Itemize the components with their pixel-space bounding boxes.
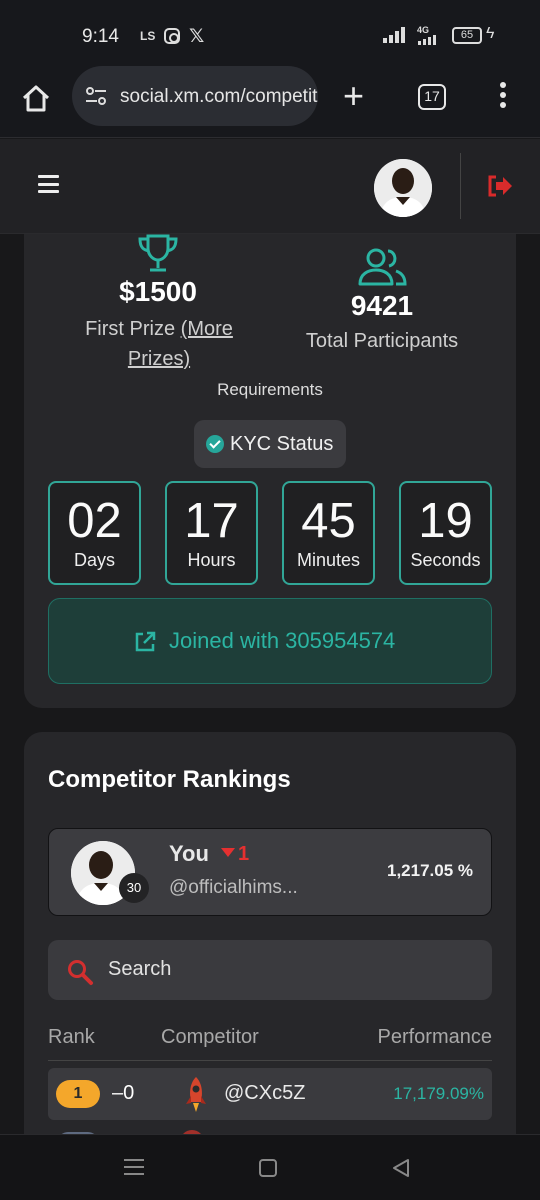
header-divider xyxy=(460,153,461,219)
clock: 9:14 xyxy=(82,26,119,47)
countdown-value: 45 xyxy=(301,494,356,548)
x-notification-icon: 𝕏 xyxy=(189,26,205,47)
status-bar: 9:14 LS 𝕏 4G 65 ϟ xyxy=(0,0,540,66)
countdown-value: 02 xyxy=(67,494,122,548)
rank-down-icon xyxy=(221,848,235,857)
back-icon[interactable] xyxy=(390,1157,412,1179)
search-icon xyxy=(68,960,93,985)
hamburger-menu-icon[interactable] xyxy=(38,175,59,193)
first-prize-amount: $1500 xyxy=(119,276,197,307)
site-settings-icon[interactable] xyxy=(84,84,108,108)
check-circle-icon xyxy=(206,435,224,453)
column-header-competitor: Competitor xyxy=(161,1026,259,1048)
url-text[interactable]: social.xm.com/competitions xyxy=(120,86,318,108)
signal-icon xyxy=(383,27,405,43)
my-name: You xyxy=(169,841,209,866)
rank-badge: 1 xyxy=(56,1080,100,1108)
charging-icon: ϟ xyxy=(486,25,495,42)
rankings-card: Competitor Rankings 30 You 1 @officialhi… xyxy=(24,732,516,1152)
rank-change: 1 xyxy=(221,843,249,866)
column-header-rank: Rank xyxy=(48,1026,95,1048)
external-link-icon xyxy=(135,631,156,652)
countdown-days: 02 Days xyxy=(48,481,141,585)
app-header xyxy=(0,139,540,234)
competitor-handle[interactable]: @CXc5Z xyxy=(224,1082,305,1105)
participants-icon xyxy=(358,248,407,286)
countdown-seconds: 19 Seconds xyxy=(399,481,492,585)
logout-icon[interactable] xyxy=(486,173,514,199)
countdown-hours: 17 Hours xyxy=(165,481,258,585)
browser-menu-icon[interactable] xyxy=(496,82,510,112)
address-bar[interactable]: social.xm.com/competitions xyxy=(72,66,318,126)
table-header-divider xyxy=(48,1060,492,1061)
network-type: 4G xyxy=(417,25,430,35)
column-header-performance: Performance xyxy=(377,1026,493,1048)
trophy-icon xyxy=(138,234,178,272)
countdown-value: 17 xyxy=(184,494,239,548)
competitor-performance: 17,179.09% xyxy=(393,1084,484,1103)
rank-change: –0 xyxy=(112,1082,135,1104)
my-handle: @officialhims... xyxy=(169,877,298,898)
participants-label: Total Participants xyxy=(305,330,459,352)
first-prize-text: First Prize xyxy=(85,318,176,340)
countdown-unit: Seconds xyxy=(410,550,481,570)
rank-change-value: 1 xyxy=(238,843,250,865)
kyc-status-label: KYC Status xyxy=(230,433,334,455)
ls-notification-icon: LS xyxy=(140,29,156,43)
first-prize-label: First Prize (More Prizes) xyxy=(64,314,254,374)
countdown-minutes: 45 Minutes xyxy=(282,481,375,585)
signal-icon-2 xyxy=(418,35,436,45)
kyc-status-badge: KYC Status xyxy=(194,420,346,468)
participants-count: 9421 xyxy=(350,290,414,321)
tab-switcher-button[interactable]: 17 xyxy=(418,84,446,110)
avatar-image xyxy=(374,159,432,217)
battery-icon: 65 xyxy=(452,27,482,44)
system-nav-bar xyxy=(0,1134,540,1200)
my-ranking-card[interactable]: 30 You 1 @officialhims... 1,217.05 % xyxy=(48,828,492,916)
recent-apps-icon[interactable] xyxy=(124,1159,144,1177)
user-avatar[interactable] xyxy=(374,159,432,217)
rocket-icon xyxy=(186,1077,206,1112)
search-input[interactable]: Search xyxy=(48,940,492,1000)
competition-card: $1500 First Prize (More Prizes) 9421 Tot… xyxy=(24,234,516,708)
browser-toolbar: social.xm.com/competitions + 17 xyxy=(0,66,540,138)
countdown-unit: Hours xyxy=(187,550,236,570)
my-performance: 1,217.05 % xyxy=(386,861,473,880)
my-rank-badge: 30 xyxy=(119,873,149,903)
countdown-unit: Days xyxy=(73,550,115,570)
screen: { "status_bar": { "time": "9:14", "ls_la… xyxy=(0,0,540,1200)
countdown-value: 19 xyxy=(418,494,473,548)
rankings-title: Competitor Rankings xyxy=(48,766,291,793)
home-icon[interactable] xyxy=(20,82,52,114)
home-button-icon[interactable] xyxy=(259,1159,277,1177)
instagram-notification-icon xyxy=(164,28,180,44)
countdown-unit: Minutes xyxy=(296,550,361,570)
new-tab-icon[interactable]: + xyxy=(343,78,364,114)
table-row[interactable]: 1 –0 @CXc5Z 17,179.09% xyxy=(48,1068,492,1120)
requirements-label: Requirements xyxy=(217,380,323,399)
joined-label: Joined with 305954574 xyxy=(169,628,396,653)
search-placeholder: Search xyxy=(108,958,172,980)
joined-account-button[interactable]: Joined with 305954574 xyxy=(48,598,492,684)
